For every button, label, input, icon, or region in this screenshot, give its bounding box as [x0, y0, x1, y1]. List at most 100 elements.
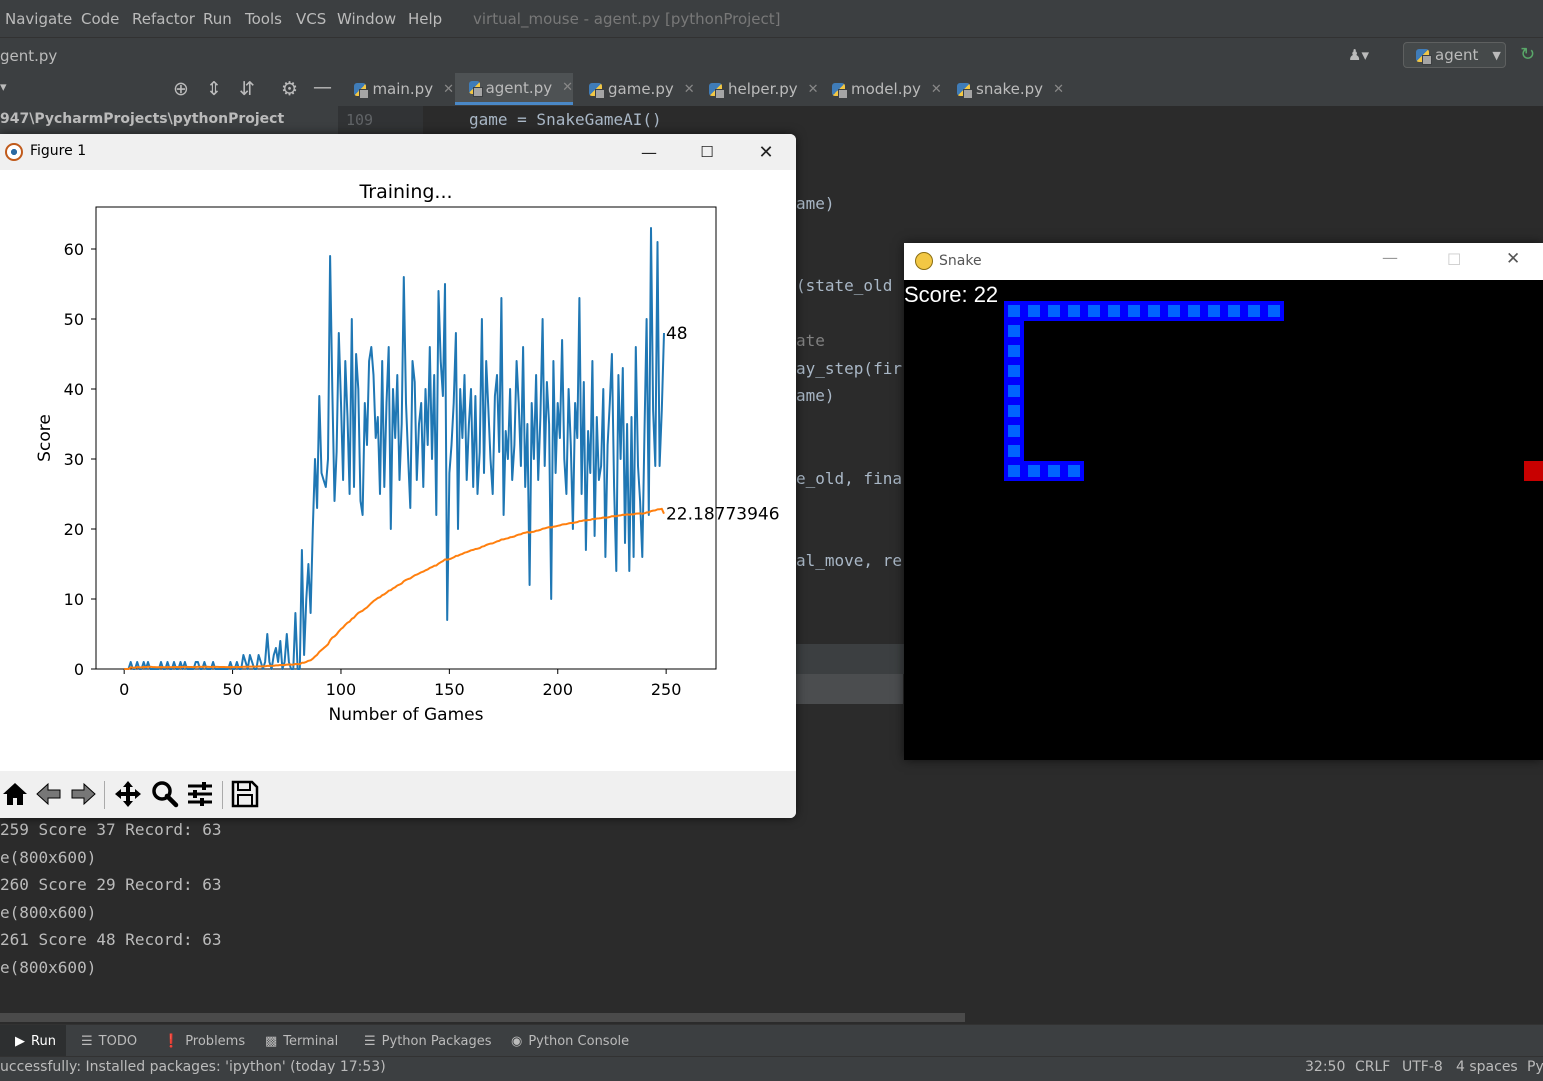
tab-agent[interactable]: agent.py ✕ [455, 73, 573, 105]
line-separator[interactable]: CRLF [1355, 1059, 1390, 1075]
menu-tools[interactable]: Tools [245, 10, 282, 28]
snake-segment [1244, 301, 1264, 321]
snake-segment [1084, 301, 1104, 321]
interpreter[interactable]: Py [1527, 1059, 1543, 1075]
game-score: Score: 22 [904, 282, 999, 307]
x-tick-label: 200 [542, 680, 573, 699]
figure-toolbar [0, 771, 796, 818]
horizontal-scrollbar[interactable] [0, 1013, 965, 1022]
snake-segment [1064, 461, 1084, 481]
python-file-icon [709, 82, 725, 99]
code-fragment: al_move, re [796, 551, 902, 570]
menu-run[interactable]: Run [203, 10, 232, 28]
snake-segment [1224, 301, 1244, 321]
python-file-icon [832, 82, 848, 99]
tab-helper[interactable]: helper.py ✕ [709, 73, 823, 105]
tab-label: helper.py [728, 80, 798, 98]
snake-title: Snake [939, 253, 982, 269]
menu-navigate[interactable]: Navigate [5, 10, 72, 28]
menu-window[interactable]: Window [337, 10, 396, 28]
window-title: virtual_mouse - agent.py [pythonProject] [473, 10, 781, 28]
editor-tab-bar: ▾ ⊕ ⇕ ⇵ ⚙ — main.py ✕ agent.py ✕ game.py… [0, 73, 1543, 107]
x-tick-label: 50 [222, 680, 242, 699]
maximize-icon[interactable]: ☐ [678, 134, 736, 170]
maximize-icon[interactable]: ☐ [1447, 250, 1461, 269]
tool-problems[interactable]: ❗ Problems [163, 1034, 245, 1049]
save-icon[interactable] [230, 779, 260, 809]
tab-model[interactable]: model.py ✕ [832, 73, 950, 105]
indent-setting[interactable]: 4 spaces [1456, 1059, 1518, 1075]
dropdown-arrow-icon[interactable]: ▾ [0, 80, 7, 95]
toolbar-separator [222, 781, 223, 809]
expand-all-icon[interactable]: ⇕ [206, 78, 222, 100]
console-line: 261 Score 48 Record: 63 [0, 930, 222, 949]
snake-segment [1044, 301, 1064, 321]
code-fragment: ame) [796, 386, 835, 405]
tool-terminal[interactable]: ▩ Terminal [265, 1034, 338, 1049]
cursor-position[interactable]: 32:50 [1305, 1059, 1345, 1075]
file-encoding[interactable]: UTF-8 [1402, 1059, 1443, 1075]
tab-game[interactable]: game.py ✕ [589, 73, 699, 105]
close-icon[interactable]: ✕ [737, 134, 795, 170]
x-tick-label: 0 [119, 680, 129, 699]
python-icon [1416, 48, 1432, 65]
hide-panel-icon[interactable]: — [313, 76, 332, 98]
run-config-selector[interactable]: agent ▼ [1403, 42, 1506, 68]
figure-title: Figure 1 [30, 143, 87, 159]
snake-segment [1184, 301, 1204, 321]
tool-python-console[interactable]: ◉ Python Console [511, 1034, 629, 1049]
close-icon[interactable]: ✕ [562, 80, 573, 95]
snake-segment [1264, 301, 1284, 321]
rerun-icon[interactable]: ↻ [1520, 44, 1535, 65]
zoom-icon[interactable] [150, 779, 180, 809]
tool-todo[interactable]: ☰ TODO [81, 1034, 137, 1049]
status-message[interactable]: uccessfully: Installed packages: 'ipytho… [0, 1059, 386, 1075]
menu-help[interactable]: Help [408, 10, 442, 28]
locate-icon[interactable]: ⊕ [173, 78, 189, 100]
menu-refactor[interactable]: Refactor [132, 10, 195, 28]
menu-vcs[interactable]: VCS [296, 10, 326, 28]
snake-segment [1004, 301, 1024, 321]
forward-icon[interactable] [68, 779, 98, 809]
info-icon: ❗ [163, 1034, 180, 1049]
y-tick-label: 50 [64, 310, 84, 329]
close-icon[interactable]: ✕ [931, 82, 942, 97]
close-icon[interactable]: ✕ [1053, 82, 1064, 97]
back-icon[interactable] [34, 779, 64, 809]
tool-python-packages[interactable]: ☰ Python Packages [364, 1034, 492, 1049]
home-icon[interactable] [0, 779, 30, 809]
pan-icon[interactable] [113, 779, 143, 809]
snake-segment [1024, 301, 1044, 321]
user-icon[interactable]: ♟▾ [1348, 46, 1369, 64]
project-path[interactable]: 947\PycharmProjects\pythonProject [0, 111, 284, 127]
configure-icon[interactable] [185, 779, 215, 809]
close-icon[interactable]: ✕ [684, 82, 695, 97]
python-file-icon [957, 82, 973, 99]
figure-window: Figure 1 — ☐ ✕ Training... Number of Game… [0, 134, 796, 818]
gear-icon[interactable]: ⚙ [281, 78, 298, 100]
snake-segment [1024, 461, 1044, 481]
tool-window-bar: ▶ Run ☰ TODO ❗ Problems ▩ Terminal ☰ Python P… [0, 1024, 1543, 1057]
collapse-all-icon[interactable]: ⇵ [239, 78, 255, 100]
game-board[interactable]: Score: 22 [904, 280, 1543, 760]
figure-titlebar[interactable]: Figure 1 — ☐ ✕ [0, 134, 796, 170]
code-fragment: (state_old [796, 276, 893, 295]
minimize-icon[interactable]: — [620, 134, 678, 170]
close-icon[interactable]: ✕ [1506, 249, 1520, 269]
tab-main[interactable]: main.py ✕ [354, 73, 454, 105]
tab-snake[interactable]: snake.py ✕ [957, 73, 1067, 105]
snake-segment [1004, 461, 1024, 481]
series-end-label: 48 [666, 324, 688, 344]
close-icon[interactable]: ✕ [808, 82, 819, 97]
tool-run[interactable]: ▶ Run [15, 1034, 56, 1049]
snake-segment [1004, 441, 1024, 461]
x-tick-label: 250 [651, 680, 682, 699]
menu-code[interactable]: Code [81, 10, 119, 28]
snake-titlebar[interactable]: Snake — ☐ ✕ [904, 243, 1543, 280]
x-tick-label: 100 [326, 680, 357, 699]
code-line: game = SnakeGameAI() [469, 110, 662, 129]
close-icon[interactable]: ✕ [443, 82, 454, 97]
terminal-icon: ▩ [265, 1034, 278, 1049]
breadcrumb[interactable]: gent.py [0, 47, 57, 65]
minimize-icon[interactable]: — [1382, 248, 1398, 267]
